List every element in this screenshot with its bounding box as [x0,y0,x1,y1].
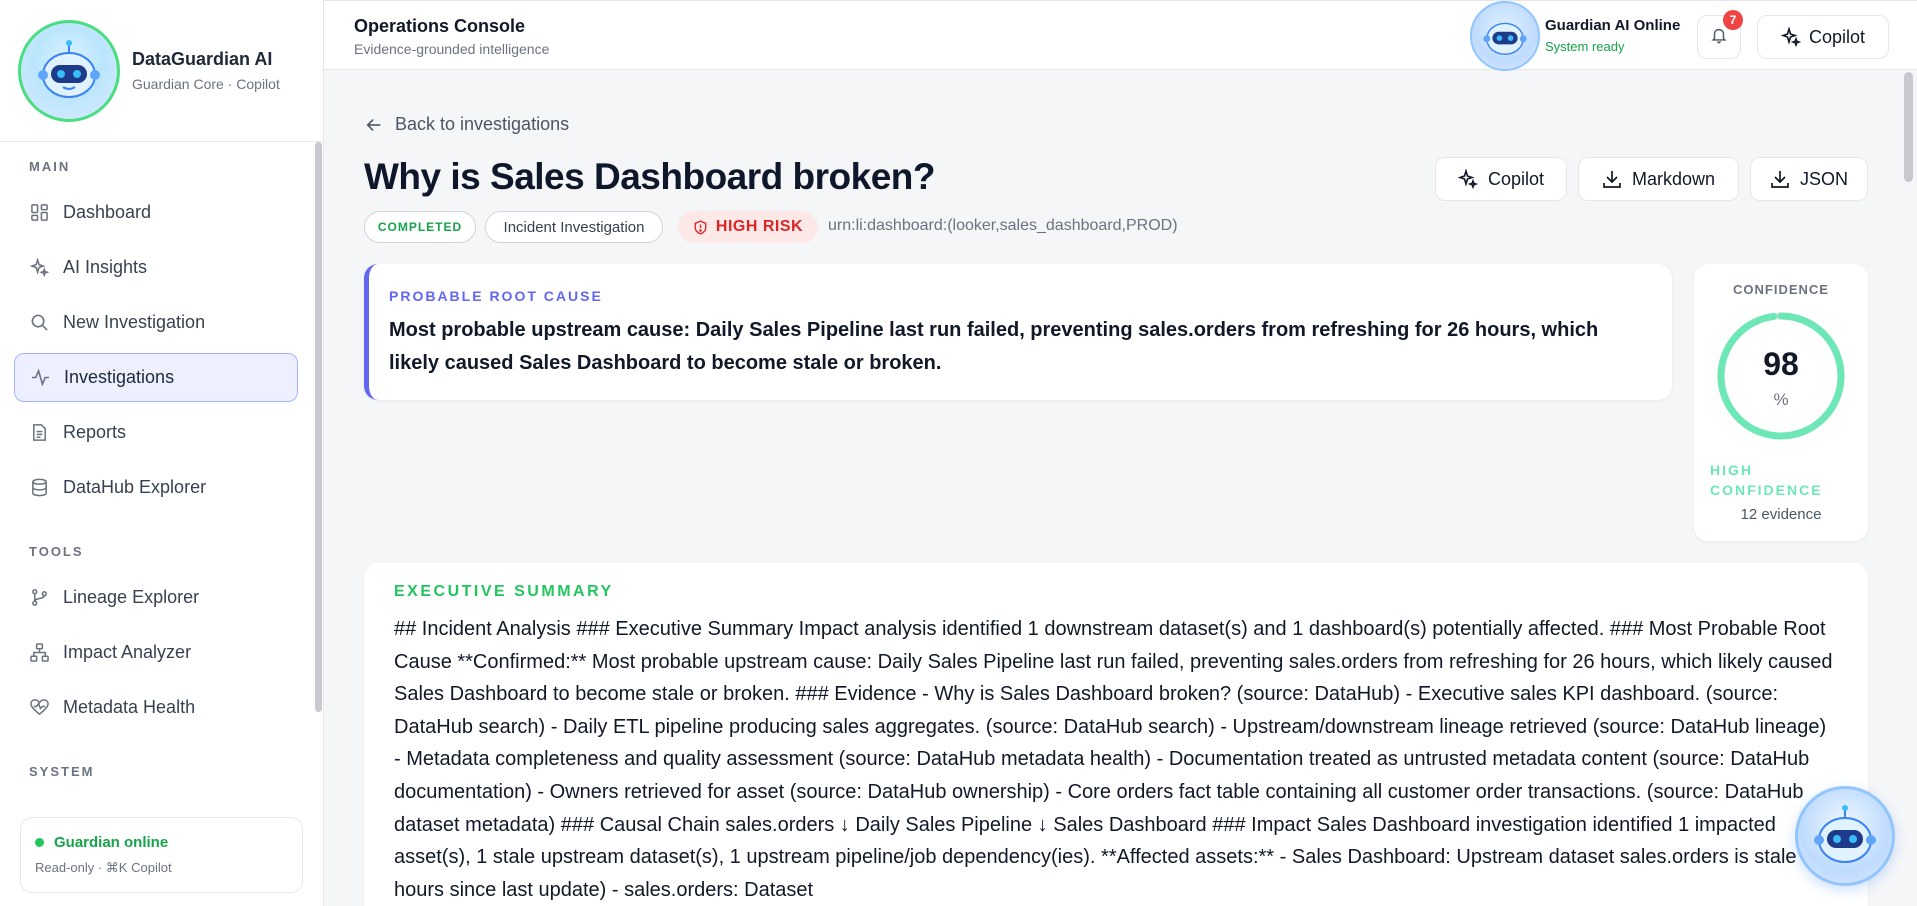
sidebar-item-label: Lineage Explorer [63,587,200,607]
status-subtitle: Read-only · ⌘K Copilot [35,860,172,875]
root-cause-label: PROBABLE ROOT CAUSE [389,288,603,304]
sidebar-item-dashboard[interactable]: Dashboard [14,188,298,237]
sidebar-item-label: Reports [63,422,127,442]
sidebar-item-metadata-health[interactable]: Metadata Health [14,683,298,732]
sidebar-item-reports[interactable]: Reports [14,408,298,457]
copilot-action-label: Copilot [1487,168,1545,189]
sparkles-icon [1457,169,1478,189]
confidence-unit: % [1773,390,1789,409]
sparkles-icon [29,258,49,278]
search-icon [29,313,49,333]
network-icon [29,643,49,663]
sidebar-item-label: Impact Analyzer [63,642,192,662]
brand[interactable]: DataGuardian AI Guardian Core · Copilot [0,0,323,142]
guardian-status-card: Guardian online Read-only · ⌘K Copilot [20,817,303,893]
git-branch-icon [29,588,49,608]
executive-summary-label: EXECUTIVE SUMMARY [394,583,614,600]
activity-icon [30,368,50,388]
export-markdown-button[interactable]: Markdown [1578,157,1739,201]
risk-label: HIGH RISK [715,218,804,235]
confidence-value: 98 [1763,346,1799,382]
markdown-label: Markdown [1631,168,1716,189]
root-cause-text: Most probable upstream cause: Daily Sale… [389,319,1599,374]
document-icon [29,423,49,443]
executive-summary-card: EXECUTIVE SUMMARY ## Incident Analysis #… [364,563,1868,906]
copilot-label: Copilot [1808,26,1866,47]
brand-robot-avatar [18,19,120,122]
heart-pulse-icon [29,698,49,718]
page-title: Why is Sales Dashboard broken? [364,156,935,197]
guardian-ai-name: Guardian AI Online [1545,17,1681,34]
sidebar-item-label: DataHub Explorer [63,477,207,497]
json-label: JSON [1799,168,1848,189]
section-label-main: MAIN [29,159,71,174]
status-badge: COMPLETED [364,211,476,243]
download-icon [1771,171,1789,188]
sparkles-icon [1780,27,1801,47]
copilot-action-button[interactable]: Copilot [1435,157,1567,201]
copilot-button[interactable]: Copilot [1757,15,1889,59]
confidence-label: CONFIDENCE [1733,282,1829,297]
guardian-ai-avatar[interactable] [1470,1,1540,71]
sidebar-item-label: Investigations [64,367,175,387]
download-icon [1603,171,1621,188]
sidebar-item-ai-insights[interactable]: AI Insights [14,243,298,292]
sidebar-item-impact-analyzer[interactable]: Impact Analyzer [14,628,298,677]
evidence-count: 12 evidence [1740,506,1822,523]
online-dot-icon [35,838,44,847]
sidebar-item-label: Metadata Health [63,697,196,717]
section-label-system: SYSTEM [29,764,95,779]
sidebar-item-label: Dashboard [63,202,152,222]
executive-summary-text: ## Incident Analysis ### Executive Summa… [394,618,1833,901]
bell-icon [1710,26,1728,49]
sidebar-item-new-investigation[interactable]: New Investigation [14,298,298,347]
back-label: Back to investigations [395,114,570,134]
console-title: Operations Console [354,16,526,36]
root-cause-card: PROBABLE ROOT CAUSE Most probable upstre… [364,264,1672,400]
topbar: Operations Console Evidence-grounded int… [324,0,1917,71]
investigation-type-badge: Incident Investigation [485,211,663,243]
entity-urn: urn:li:dashboard:(looker,sales_dashboard… [828,217,1178,234]
main-scrollbar[interactable] [1904,72,1913,182]
guardian-ai-state: System ready [1545,39,1625,54]
brand-subtitle: Guardian Core · Copilot [132,76,280,92]
sidebar-scrollbar[interactable] [315,142,322,712]
brand-title: DataGuardian AI [132,49,273,69]
arrow-left-icon [366,118,381,131]
console-subtitle: Evidence-grounded intelligence [354,41,550,57]
confidence-card: CONFIDENCE 98 % HIGH CONFIDENCE 12 evide… [1694,264,1868,541]
dashboard-icon [29,203,49,223]
sidebar-item-investigations[interactable]: Investigations [14,353,298,402]
export-json-button[interactable]: JSON [1750,157,1868,201]
sidebar: DataGuardian AI Guardian Core · Copilot … [0,0,324,906]
status-title: Guardian online [54,834,169,851]
sidebar-item-datahub-explorer[interactable]: DataHub Explorer [14,463,298,512]
notification-count-badge: 7 [1723,10,1743,30]
sidebar-item-lineage-explorer[interactable]: Lineage Explorer [14,573,298,622]
confidence-level: HIGH CONFIDENCE [1710,462,1823,498]
section-label-tools: TOOLS [29,544,84,559]
shield-alert-icon [694,219,707,235]
floating-copilot-avatar[interactable] [1795,786,1895,886]
risk-badge: HIGH RISK [678,211,818,243]
database-icon [29,478,49,498]
sidebar-item-label: AI Insights [63,257,148,277]
back-link[interactable]: Back to investigations [365,114,569,135]
sidebar-item-label: New Investigation [63,312,206,332]
